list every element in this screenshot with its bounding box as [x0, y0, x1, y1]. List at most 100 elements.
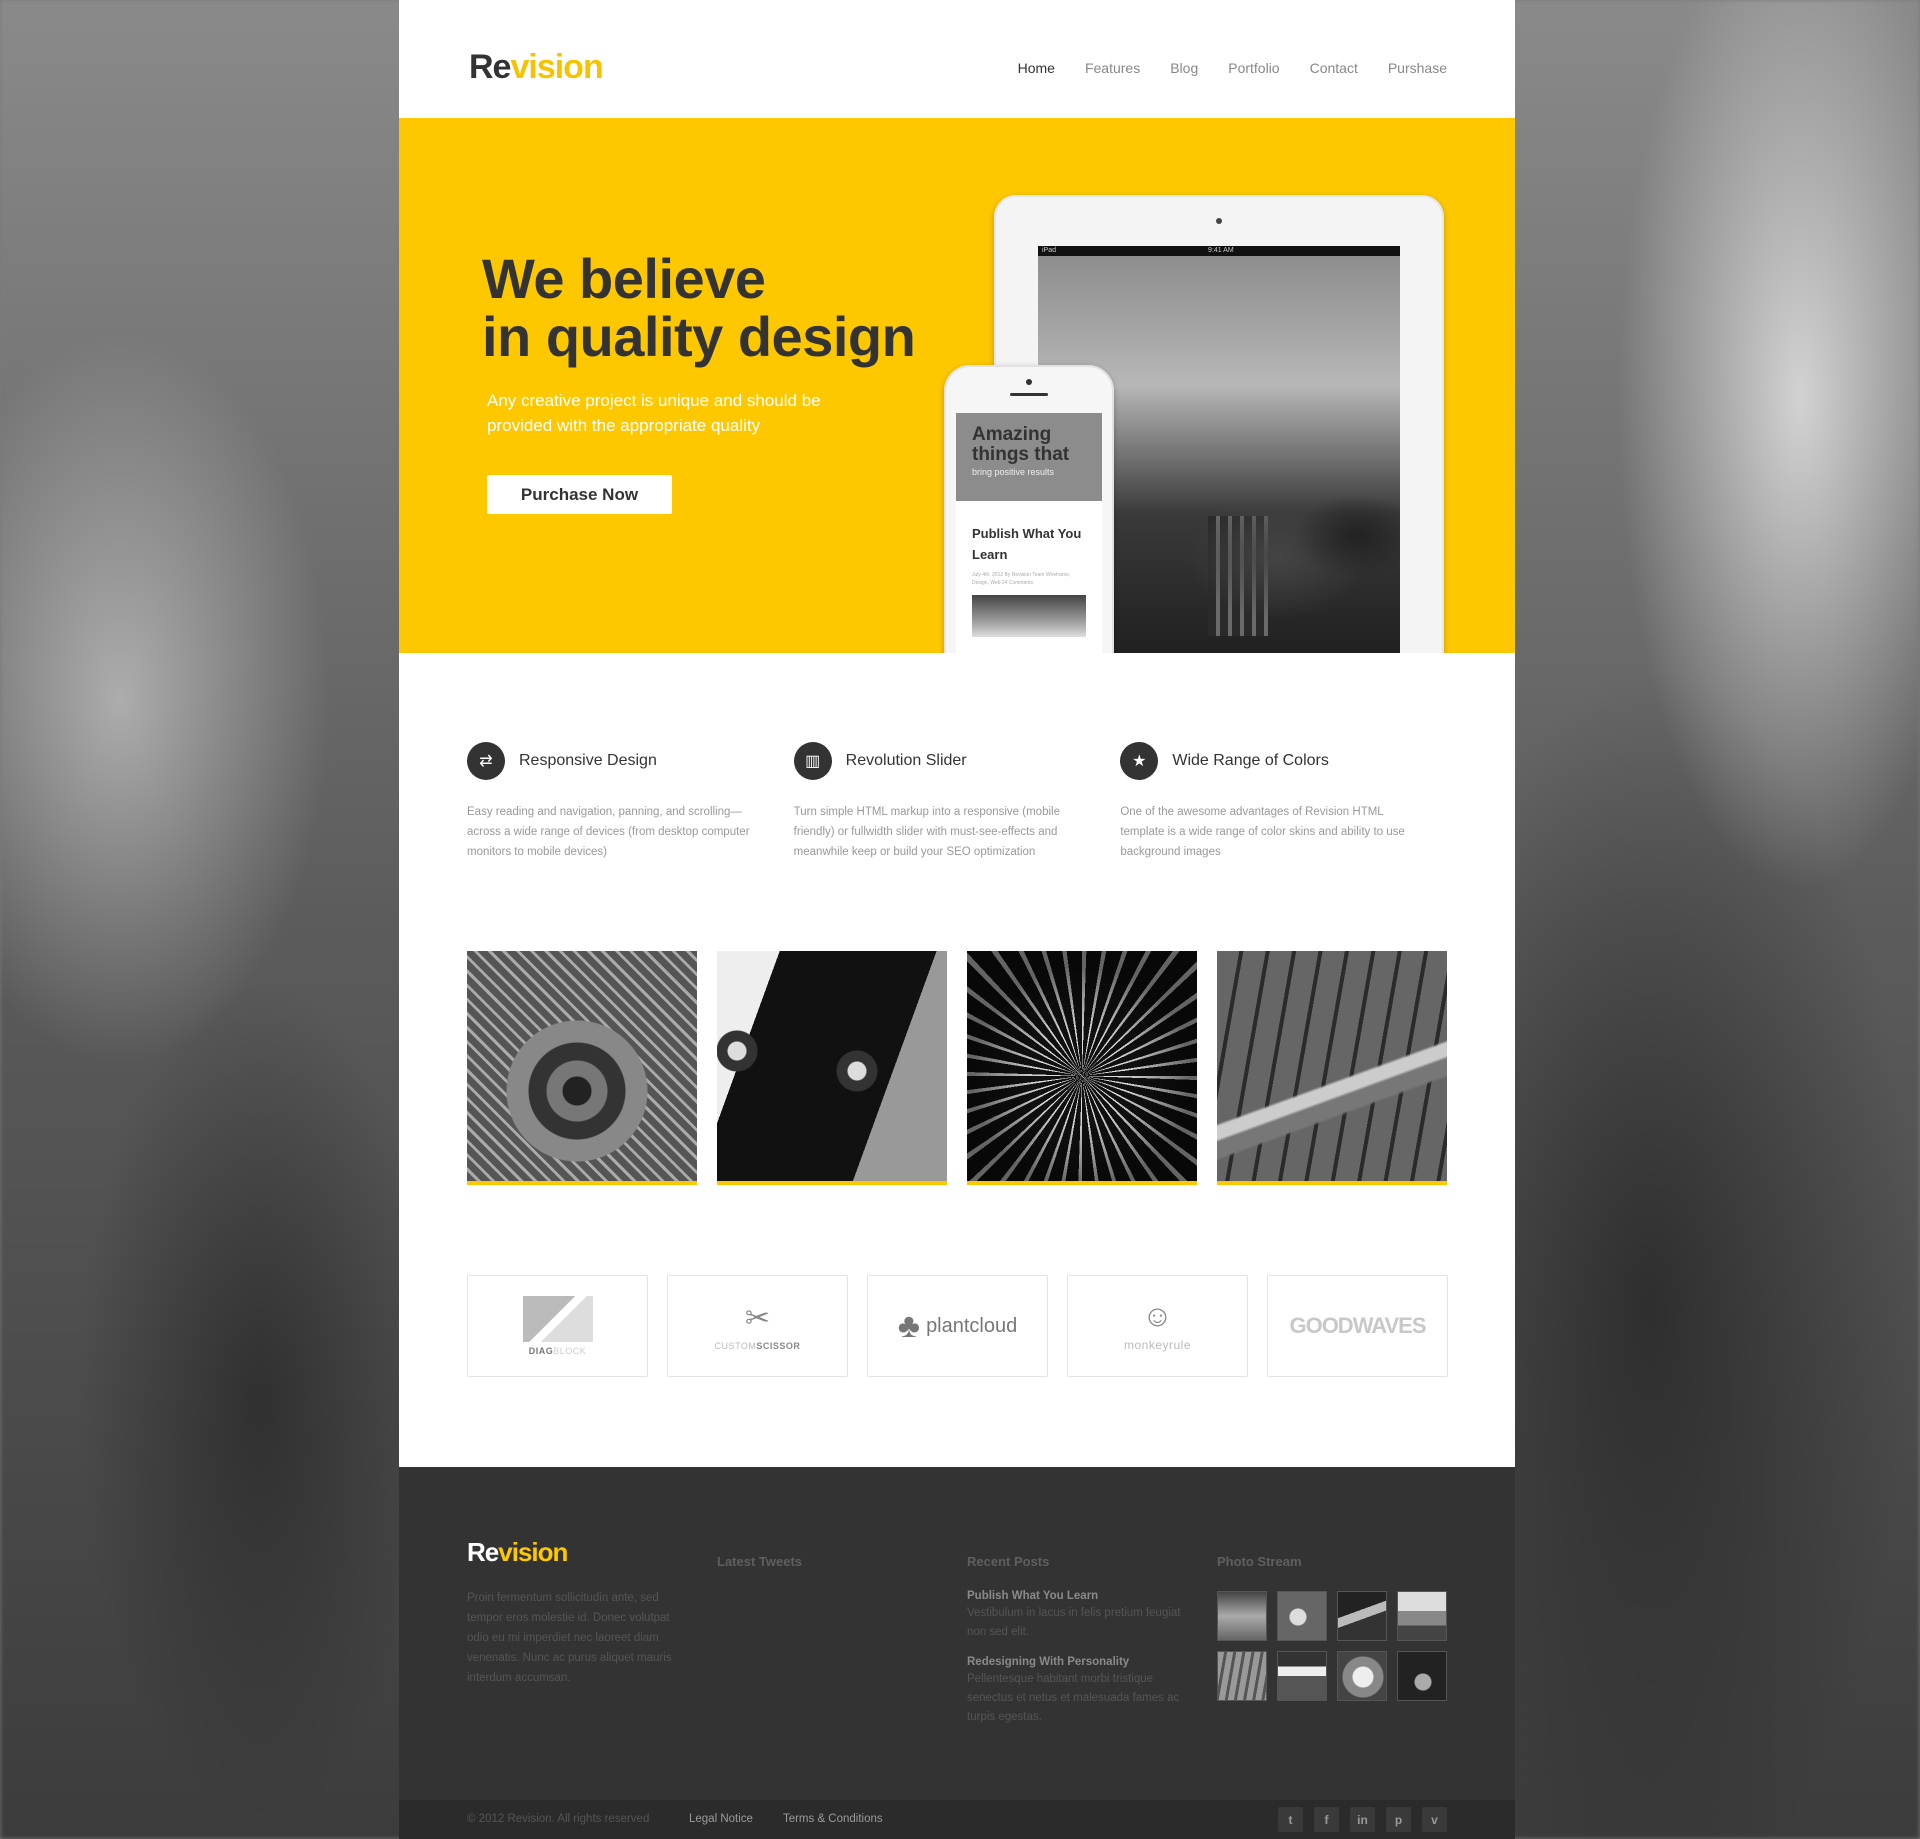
feature-text: Turn simple HTML markup into a responsiv… — [793, 806, 1060, 858]
logo[interactable]: Revision — [469, 48, 604, 87]
client-label-part: CUSTOM — [714, 1341, 757, 1351]
phone-screen: Amazing things that bring positive resul… — [956, 413, 1102, 653]
pinterest-icon[interactable]: p — [1386, 1807, 1411, 1832]
stream-thumb[interactable] — [1397, 1591, 1447, 1641]
phone-post-title: Publish What You Learn — [972, 526, 1082, 562]
recent-post: Redesigning With Personality Pellentesqu… — [967, 1654, 1202, 1727]
copyright: © 2012 Revision. All rights reserved — [467, 1813, 650, 1825]
feature-title: Revolution Slider — [845, 752, 967, 769]
stream-thumb[interactable] — [1217, 1651, 1267, 1701]
client-plantcloud[interactable]: ♣ plantcloud — [867, 1275, 1048, 1377]
hero-title: We believe in quality design — [482, 247, 916, 368]
nav-home[interactable]: Home — [1018, 60, 1055, 76]
features: ⇄ Responsive Design Easy reading and nav… — [467, 742, 1447, 862]
hero-title-line1: We believe — [482, 247, 766, 310]
stream-thumb[interactable] — [1397, 1651, 1447, 1701]
nav-contact[interactable]: Contact — [1310, 60, 1358, 76]
feature-head: ▥ Revolution Slider — [793, 742, 1121, 780]
phone-post-meta: July 4th, 2012 By Revision Team Wirefram… — [972, 572, 1071, 586]
feature-text: Easy reading and navigation, panning, an… — [467, 806, 750, 858]
recent-post-excerpt: Vestibulum in lacus in felis pretium feu… — [967, 1607, 1181, 1638]
feature-colors: ★ Wide Range of Colors One of the awesom… — [1120, 742, 1447, 862]
hero-subtitle: Any creative project is unique and shoul… — [487, 391, 821, 435]
stream-thumb[interactable] — [1277, 1591, 1327, 1641]
client-label-part: BLOCK — [553, 1346, 587, 1356]
page: Revision Home Features Blog Portfolio Co… — [399, 0, 1515, 1839]
slider-icon: ▥ — [793, 742, 832, 780]
feature-text: One of the awesome advantages of Revisio… — [1120, 806, 1405, 858]
nav-blog[interactable]: Blog — [1170, 60, 1198, 76]
hero-title-line2: in quality design — [482, 305, 916, 368]
logo-vision: vision — [510, 48, 603, 86]
recent-post-title[interactable]: Redesigning With Personality — [967, 1654, 1202, 1670]
nav-purchase[interactable]: Purshase — [1388, 60, 1447, 76]
footer: Revision Proin fermentum sollicitudin an… — [399, 1467, 1515, 1800]
phone-banner: Amazing things that bring positive resul… — [956, 413, 1102, 501]
scissor-icon: ✂ — [744, 1302, 771, 1335]
star-icon: ★ — [1120, 742, 1159, 780]
tablet-status-bar: iPad 9:41 AM — [1038, 246, 1400, 256]
client-goodwaves[interactable]: GOODWAVES — [1267, 1275, 1448, 1377]
purchase-now-button[interactable]: Purchase Now — [487, 475, 672, 514]
stream-thumb[interactable] — [1337, 1651, 1387, 1701]
photo-stream-title: Photo Stream — [1217, 1554, 1302, 1569]
recent-post: Publish What You Learn Vestibulum in lac… — [967, 1588, 1202, 1642]
header: Revision Home Features Blog Portfolio Co… — [399, 0, 1515, 118]
client-diagblock[interactable]: DIAGBLOCK — [467, 1275, 648, 1377]
twitter-icon[interactable]: t — [1278, 1807, 1303, 1832]
facebook-icon[interactable]: f — [1314, 1807, 1339, 1832]
recent-post-title[interactable]: Publish What You Learn — [967, 1588, 1202, 1604]
phone-banner-title: Amazing things that — [972, 424, 1070, 465]
gallery-photo-ship[interactable] — [1217, 951, 1447, 1185]
terms-link[interactable]: Terms & Conditions — [783, 1813, 883, 1825]
client-monkeyrule[interactable]: ☺ monkeyrule — [1067, 1275, 1248, 1377]
stream-thumb[interactable] — [1277, 1651, 1327, 1701]
client-label-part: SCISSOR — [756, 1341, 801, 1351]
recent-posts: Publish What You Learn Vestibulum in lac… — [967, 1588, 1202, 1739]
logo-re: Re — [469, 48, 511, 86]
gallery-photo-cobblestones[interactable] — [467, 951, 697, 1185]
photo-stream — [1217, 1591, 1447, 1701]
feature-slider: ▥ Revolution Slider Turn simple HTML mar… — [793, 742, 1121, 862]
nav-portfolio[interactable]: Portfolio — [1228, 60, 1279, 76]
stream-thumb[interactable] — [1217, 1591, 1267, 1641]
phone-mockup: Amazing things that bring positive resul… — [944, 365, 1114, 653]
main-nav: Home Features Blog Portfolio Contact Pur… — [1018, 60, 1447, 76]
tree-icon: ♣ — [897, 1306, 921, 1345]
tablet-camera — [1216, 218, 1222, 224]
nav-features[interactable]: Features — [1085, 60, 1140, 76]
feature-responsive: ⇄ Responsive Design Easy reading and nav… — [467, 742, 794, 862]
social-links: t f in p v — [1278, 1807, 1447, 1832]
gallery-photo-guitar[interactable] — [717, 951, 947, 1185]
client-customscissor[interactable]: ✂ CUSTOMSCISSOR — [667, 1275, 848, 1377]
arrows-exchange-icon: ⇄ — [467, 742, 505, 780]
recent-posts-title: Recent Posts — [967, 1554, 1050, 1569]
latest-tweets-title: Latest Tweets — [717, 1554, 803, 1569]
phone-speaker — [1010, 393, 1048, 396]
feature-title: Responsive Design — [519, 752, 657, 769]
footer-logo-re: Re — [467, 1537, 499, 1567]
client-label: CUSTOMSCISSOR — [715, 1341, 801, 1351]
linkedin-icon[interactable]: in — [1350, 1807, 1375, 1832]
footer-logo[interactable]: Revision — [467, 1537, 568, 1568]
phone-post: Publish What You Learn July 4th, 2012 By… — [956, 501, 1102, 637]
client-label: monkeyrule — [1123, 1338, 1192, 1352]
feature-head: ★ Wide Range of Colors — [1120, 742, 1447, 780]
legal-links: Legal Notice Terms & Conditions — [689, 1813, 883, 1825]
portfolio-gallery — [467, 951, 1447, 1185]
feature-head: ⇄ Responsive Design — [467, 742, 794, 780]
stream-thumb[interactable] — [1337, 1591, 1387, 1641]
tablet-status-label: iPad — [1042, 247, 1057, 254]
client-label: plantcloud — [926, 1314, 1018, 1337]
monkey-icon: ☺ — [1142, 1300, 1173, 1333]
client-label: DIAGBLOCK — [529, 1346, 587, 1356]
bottom-bar: © 2012 Revision. All rights reserved Leg… — [399, 1800, 1515, 1839]
client-label-part: DIAG — [528, 1346, 554, 1356]
client-logos: DIAGBLOCK ✂ CUSTOMSCISSOR ♣ plantcloud ☺… — [467, 1275, 1448, 1377]
hero: We believe in quality design Any creative… — [399, 118, 1515, 653]
vimeo-icon[interactable]: v — [1422, 1807, 1447, 1832]
gallery-photo-flower[interactable] — [967, 951, 1197, 1185]
diagblock-logo-icon — [522, 1296, 593, 1342]
legal-notice-link[interactable]: Legal Notice — [689, 1813, 753, 1825]
phone-camera — [1026, 379, 1032, 385]
